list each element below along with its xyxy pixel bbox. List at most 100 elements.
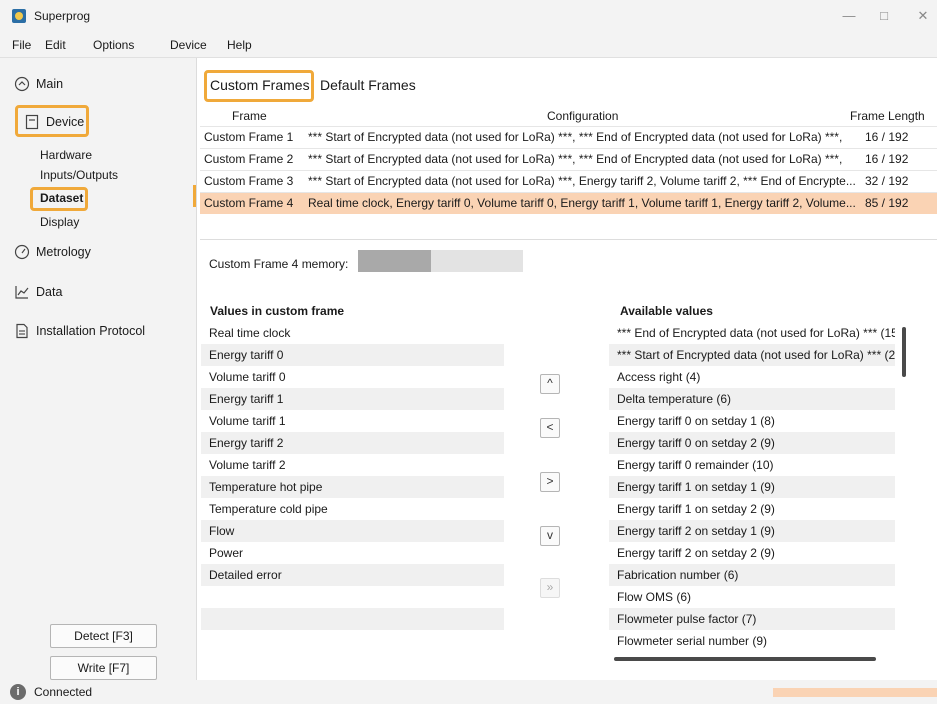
write-button[interactable]: Write [F7]: [50, 656, 157, 680]
sidebar-item-metrology[interactable]: Metrology: [14, 244, 91, 260]
list-item[interactable]: Fabrication number (6): [609, 564, 895, 586]
configuration-cell: Real time clock, Energy tariff 0, Volume…: [308, 196, 856, 210]
frame-length-cell: 16 / 192: [865, 130, 909, 144]
frame-length-cell: 32 / 192: [865, 174, 909, 188]
status-text: Connected: [34, 685, 93, 699]
sidebar-item-device[interactable]: Device: [24, 114, 84, 130]
table-row[interactable]: Custom Frame 1 *** Start of Encrypted da…: [200, 126, 937, 148]
gauge-icon: [14, 244, 30, 260]
sidebar-label-data: Data: [36, 285, 63, 299]
list-item[interactable]: Energy tariff 1: [201, 388, 504, 410]
list-item[interactable]: Energy tariff 1 on setday 2 (9): [609, 498, 895, 520]
list-item[interactable]: Energy tariff 0 on setday 1 (8): [609, 410, 895, 432]
frame-cell: Custom Frame 2: [204, 152, 294, 166]
info-icon: i: [10, 684, 26, 700]
list-item[interactable]: Temperature hot pipe: [201, 476, 504, 498]
memory-label: Custom Frame 4 memory:: [209, 257, 349, 271]
tab-custom-frames[interactable]: Custom Frames: [210, 77, 310, 93]
table-row-selected[interactable]: Custom Frame 4 Real time clock, Energy t…: [200, 192, 937, 214]
menu-bar: File Edit Options Device Help: [0, 32, 937, 58]
list-item[interactable]: Energy tariff 0 on setday 2 (9): [609, 432, 895, 454]
list-item[interactable]: Volume tariff 0: [201, 366, 504, 388]
detect-button[interactable]: Detect [F3]: [50, 624, 157, 648]
list-item[interactable]: *** Start of Encrypted data (not used fo…: [609, 344, 895, 366]
column-header-frame[interactable]: Frame: [232, 109, 267, 123]
sidebar-item-main[interactable]: Main: [14, 76, 63, 92]
list-item[interactable]: Energy tariff 2 on setday 2 (9): [609, 542, 895, 564]
selection-marker: [193, 185, 196, 207]
configuration-cell: *** Start of Encrypted data (not used fo…: [308, 130, 843, 144]
minimize-button[interactable]: —: [839, 8, 859, 24]
list-item[interactable]: Power: [201, 542, 504, 564]
device-icon: [25, 114, 39, 130]
values-list-title: Values in custom frame: [210, 304, 345, 318]
sidebar-item-data[interactable]: Data: [14, 284, 62, 300]
menu-edit[interactable]: Edit: [45, 38, 66, 52]
window-title: Superprog: [34, 9, 91, 23]
column-header-configuration[interactable]: Configuration: [547, 109, 618, 123]
list-item[interactable]: Energy tariff 0: [201, 344, 504, 366]
horizontal-scrollbar[interactable]: [614, 657, 876, 661]
list-item[interactable]: Flowmeter pulse factor (7): [609, 608, 895, 630]
frame-length-cell: 16 / 192: [865, 152, 909, 166]
configuration-cell: *** Start of Encrypted data (not used fo…: [308, 152, 843, 166]
list-item[interactable]: Energy tariff 2 on setday 1 (9): [609, 520, 895, 542]
vertical-scrollbar[interactable]: [902, 327, 906, 377]
list-item[interactable]: Energy tariff 1 on setday 1 (9): [609, 476, 895, 498]
tab-default-frames[interactable]: Default Frames: [320, 77, 416, 93]
sidebar-label-installation-protocol: Installation Protocol: [36, 324, 146, 338]
sidebar-item-hardware[interactable]: Hardware: [40, 148, 92, 162]
close-button[interactable]: ✕: [913, 8, 933, 24]
menu-file[interactable]: File: [12, 38, 31, 52]
add-button[interactable]: >: [540, 472, 560, 492]
list-item[interactable]: Flow OMS (6): [609, 586, 895, 608]
table-row[interactable]: Custom Frame 2 *** Start of Encrypted da…: [200, 148, 937, 170]
list-item[interactable]: [201, 630, 504, 652]
list-item[interactable]: Flow: [201, 520, 504, 542]
values-list[interactable]: Real time clock Energy tariff 0 Volume tar…: [201, 322, 504, 658]
frames-table-header: Frame Configuration Frame Length: [200, 106, 937, 126]
add-all-button[interactable]: »: [540, 578, 560, 598]
list-item[interactable]: Temperature cold pipe: [201, 498, 504, 520]
frame-cell: Custom Frame 4: [204, 196, 294, 210]
sidebar-item-installation-protocol[interactable]: Installation Protocol: [14, 323, 145, 339]
sidebar-label-main: Main: [36, 77, 64, 91]
available-list-title: Available values: [620, 304, 713, 318]
sidebar-item-display[interactable]: Display: [40, 215, 79, 229]
list-item[interactable]: Volume tariff 1: [201, 410, 504, 432]
list-item[interactable]: Delta temperature (6): [609, 388, 895, 410]
app-icon: [12, 9, 26, 23]
chart-icon: [15, 286, 29, 299]
list-item[interactable]: Real time clock: [201, 322, 504, 344]
list-item[interactable]: Energy tariff 2: [201, 432, 504, 454]
menu-options[interactable]: Options: [93, 38, 134, 52]
memory-bar-fill: [358, 250, 431, 272]
frames-table: Frame Configuration Frame Length Custom …: [200, 106, 937, 240]
sidebar-label-device: Device: [46, 115, 85, 129]
maximize-button[interactable]: □: [874, 8, 894, 24]
list-item[interactable]: *** End of Encrypted data (not used for …: [609, 322, 895, 344]
list-item[interactable]: Access right (4): [609, 366, 895, 388]
sidebar-item-inputs-outputs[interactable]: Inputs/Outputs: [40, 168, 118, 182]
move-up-button[interactable]: ^: [540, 374, 560, 394]
list-item[interactable]: [201, 586, 504, 608]
sidebar-label-metrology: Metrology: [36, 245, 91, 259]
status-progress-bar: [773, 688, 937, 697]
move-down-button[interactable]: v: [540, 526, 560, 546]
table-row[interactable]: Custom Frame 3 *** Start of Encrypted da…: [200, 170, 937, 192]
configuration-cell: *** Start of Encrypted data (not used fo…: [308, 174, 856, 188]
list-item[interactable]: Energy tariff 0 remainder (10): [609, 454, 895, 476]
sidebar-item-dataset[interactable]: Dataset: [40, 191, 83, 205]
list-item[interactable]: Flowmeter serial number (9): [609, 630, 895, 652]
title-bar: Superprog — □ ✕: [0, 0, 937, 32]
available-values-list[interactable]: *** End of Encrypted data (not used for …: [609, 322, 895, 652]
list-item[interactable]: Volume tariff 2: [201, 454, 504, 476]
list-item[interactable]: Detailed error: [201, 564, 504, 586]
column-header-frame-length[interactable]: Frame Length: [850, 109, 925, 123]
memory-bar: [358, 250, 523, 272]
list-item[interactable]: [201, 608, 504, 630]
menu-device[interactable]: Device: [170, 38, 207, 52]
menu-help[interactable]: Help: [227, 38, 252, 52]
document-icon: [16, 323, 28, 339]
remove-button[interactable]: <: [540, 418, 560, 438]
